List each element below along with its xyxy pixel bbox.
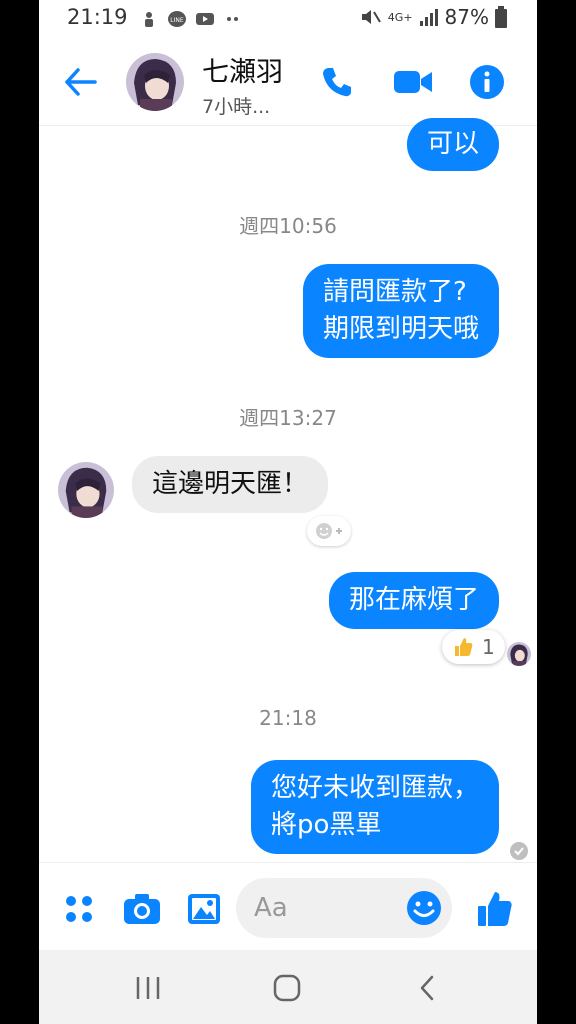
signal-icon (419, 9, 438, 26)
back-icon (420, 975, 434, 1001)
message-line: 請問匯款了? (322, 277, 467, 307)
reaction-count: 1 (482, 635, 495, 659)
message-outgoing[interactable]: 那在麻煩了 (328, 572, 499, 629)
recents-icon (136, 977, 160, 999)
phone-icon (323, 68, 351, 97)
check-mark (514, 847, 524, 856)
message-reaction[interactable]: 1 (442, 630, 505, 664)
menu-dots-icon (66, 896, 92, 922)
image-icon (188, 894, 220, 924)
emoji-icon (407, 891, 441, 925)
info-icon (470, 65, 504, 99)
camera-button[interactable] (122, 889, 162, 929)
message-outgoing[interactable]: 可以 (406, 118, 499, 171)
home-icon (273, 974, 301, 1002)
read-receipt-avatar (507, 642, 531, 666)
message-text: 可以 (426, 129, 479, 159)
nav-back-button[interactable] (407, 972, 447, 1004)
contact-last-active: 7小時... (202, 96, 271, 118)
youtube-icon (196, 13, 214, 25)
message-line: 期限到明天哦 (322, 314, 479, 344)
sent-check-icon (510, 842, 528, 860)
svg-text:LINE: LINE (170, 17, 184, 24)
call-button[interactable] (317, 62, 357, 102)
battery-icon (495, 6, 507, 28)
like-button[interactable] (475, 889, 515, 929)
video-icon (394, 71, 432, 93)
message-line: 您好未收到匯款， (270, 773, 479, 803)
status-time: 21:19 (67, 5, 128, 29)
avatar-image (126, 53, 184, 111)
thumbs-up-icon (478, 892, 512, 926)
status-right: 4G+ 87% (360, 5, 507, 29)
add-reaction-button[interactable] (307, 516, 351, 546)
more-dots-icon (227, 17, 238, 21)
message-text: 這邊明天匯！ (152, 469, 309, 499)
chat-header: 七瀬羽 7小時... (39, 40, 537, 126)
timestamp: 週四10:56 (239, 214, 337, 238)
timestamp: 週四13:27 (239, 406, 337, 430)
system-nav-bar (39, 950, 537, 1024)
more-actions-button[interactable] (59, 889, 99, 929)
message-outgoing[interactable]: 您好未收到匯款， 將po黑單 (250, 760, 499, 854)
timestamp: 21:18 (259, 706, 317, 730)
video-call-button[interactable] (393, 62, 433, 102)
message-outgoing[interactable]: 請問匯款了? 期限到明天哦 (302, 264, 499, 358)
message-input-box[interactable] (236, 878, 452, 938)
message-line: 將po黑單 (270, 810, 382, 840)
info-button[interactable] (467, 62, 507, 102)
recents-button[interactable] (128, 972, 168, 1004)
message-incoming[interactable]: 這邊明天匯！ (132, 456, 329, 513)
contact-avatar-small[interactable] (58, 462, 114, 518)
gallery-button[interactable] (184, 889, 224, 929)
status-bar: 21:19 LINE 4G+ 87% (39, 0, 537, 40)
add-emoji-icon (316, 523, 342, 539)
avatar-image (507, 642, 531, 666)
contact-name[interactable]: 七瀬羽 (202, 50, 283, 89)
back-arrow-icon (65, 68, 97, 96)
messenger-screen: 21:19 LINE 4G+ 87% 七瀬羽 7小時... 可以 週四10:56… (39, 0, 537, 1024)
notification-icons: LINE (139, 10, 243, 28)
message-input[interactable] (254, 890, 394, 926)
message-composer (39, 862, 537, 950)
home-button[interactable] (267, 972, 307, 1004)
message-text: 那在麻煩了 (348, 585, 479, 615)
back-button[interactable] (61, 62, 101, 102)
battery-percent: 87% (444, 5, 489, 29)
thumbs-up-icon (455, 638, 473, 656)
avatar-image (58, 462, 114, 518)
mute-icon (361, 10, 381, 24)
camera-icon (124, 894, 160, 924)
teams-icon (145, 12, 153, 27)
network-type: 4G+ (387, 10, 413, 24)
message-thread[interactable]: 可以 週四10:56 請問匯款了? 期限到明天哦 週四13:27 這邊明天匯！ … (39, 118, 537, 861)
emoji-button[interactable] (406, 890, 442, 926)
contact-avatar[interactable] (126, 53, 184, 111)
line-icon: LINE (168, 11, 186, 27)
